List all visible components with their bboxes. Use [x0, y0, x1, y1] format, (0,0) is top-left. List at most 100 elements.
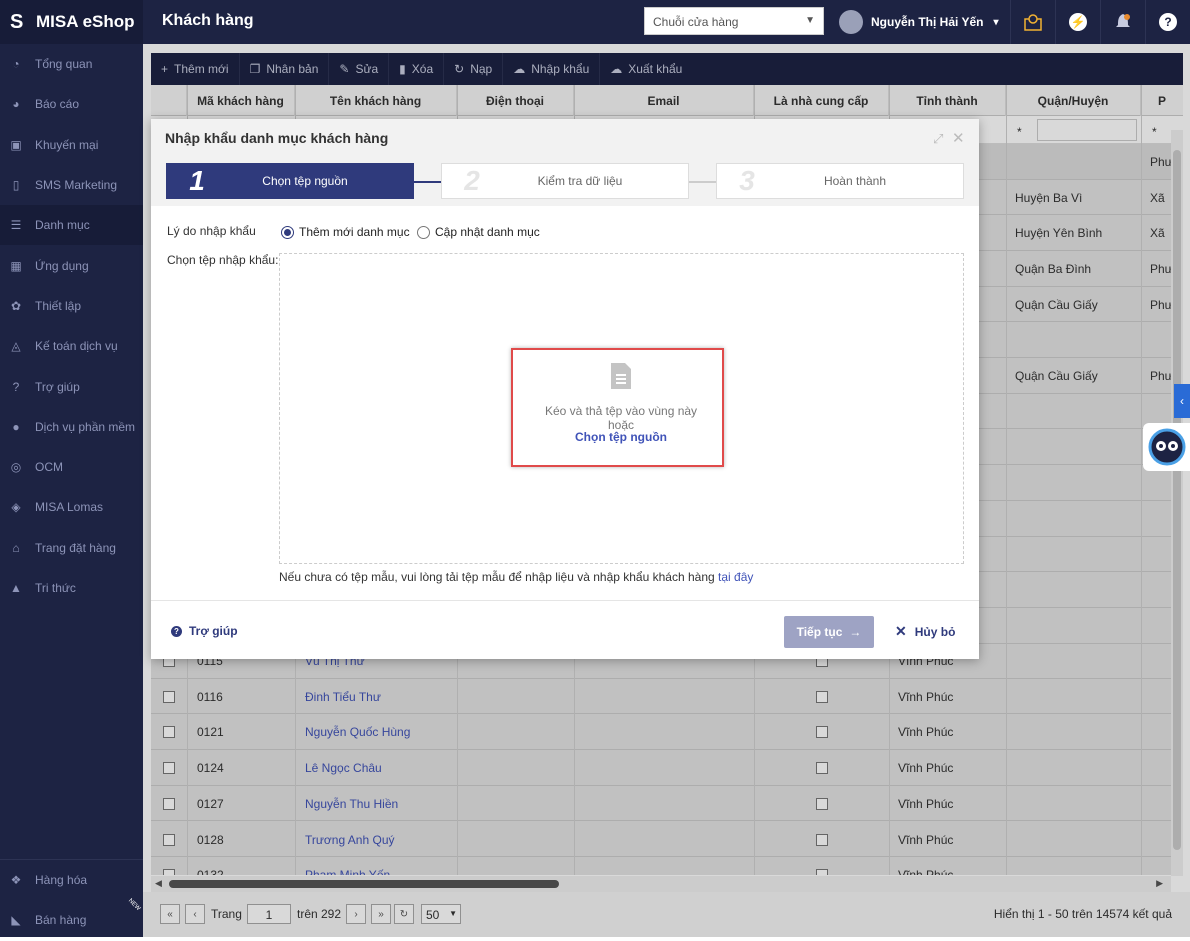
list-icon: ☰	[10, 218, 22, 233]
option-update[interactable]: Cập nhật danh mục	[417, 225, 540, 239]
step-number: 2	[464, 165, 480, 196]
nav-list: ◔ Tổng quan ◕ Báo cáo ▣ Khuyến mại ▯ SMS Market…	[0, 44, 143, 608]
ocm-icon: ◎	[10, 460, 22, 475]
sidebar-item[interactable]: ◈ MISA Lomas	[0, 487, 143, 527]
question-icon: ?	[1159, 13, 1177, 31]
document-icon	[611, 363, 631, 389]
chevron-down-icon: ▾	[993, 16, 999, 28]
next-label: Tiếp tục	[796, 625, 843, 639]
store-select-value: Chuỗi cửa hàng	[653, 15, 739, 29]
close-icon: ✕	[895, 623, 907, 639]
sidebar-item[interactable]: ✿ Thiết lập	[0, 286, 143, 326]
sidebar-item-label: Tri thức	[35, 581, 76, 595]
sidebar-item[interactable]: ◬ Kế toán dịch vụ	[0, 326, 143, 366]
step-check-data: 2 Kiểm tra dữ liệu	[441, 163, 689, 199]
template-download-link[interactable]: tại đây	[718, 570, 753, 584]
topbar: Khách hàng Chuỗi cửa hàng ▼ Nguyễn Thị H…	[143, 0, 1190, 44]
user-icon: ●	[12, 419, 20, 434]
sidebar-item-label: Ứng dụng	[35, 258, 89, 273]
sidebar-item[interactable]: ▲ Tri thức	[0, 568, 143, 608]
sidebar-item-label: Dịch vụ phần mềm	[35, 419, 136, 434]
option-add-new[interactable]: Thêm mới danh mục	[281, 225, 410, 239]
store-select[interactable]: Chuỗi cửa hàng ▼	[644, 7, 824, 35]
user-menu[interactable]: Nguyễn Thị Hải Yến ▾	[839, 10, 999, 34]
step-label: Kiểm tra dữ liệu	[537, 174, 623, 188]
map-pin-icon	[1024, 14, 1042, 31]
pie-chart-icon: ◕	[12, 97, 20, 112]
sidebar-item[interactable]: ◔ Tổng quan	[0, 44, 143, 84]
import-dialog: Nhập khẩu danh mục khách hàng ⤢ ✕ 1 Chọn…	[151, 119, 979, 659]
cancel-label: Hủy bỏ	[914, 624, 956, 639]
messenger-icon: ⚡	[1069, 13, 1087, 31]
sidebar-item[interactable]: ▦ Ứng dụng	[0, 245, 143, 285]
sidebar-item-label: Báo cáo	[35, 97, 80, 112]
dialog-header: Nhập khẩu danh mục khách hàng ⤢ ✕ 1 Chọn…	[151, 119, 979, 206]
arrow-right-icon: →	[849, 625, 862, 639]
sidebar-item[interactable]: ▯ SMS Marketing	[0, 165, 143, 205]
avatar	[839, 10, 863, 34]
sidebar-item-label: SMS Marketing	[35, 178, 118, 193]
step-number: 3	[739, 165, 755, 196]
reason-label: Lý do nhập khẩu	[167, 224, 256, 238]
sidebar-item-label: Tổng quan	[35, 57, 93, 72]
sidebar-item[interactable]: ▣ Khuyến mại	[0, 125, 143, 165]
chevron-left-icon: ‹	[1180, 394, 1184, 408]
logo-text: MISA eShop	[36, 12, 135, 31]
store-map-button[interactable]	[1010, 0, 1055, 44]
dialog-footer: ? Trợ giúp Tiếp tục → ✕ Hủy bỏ	[151, 600, 979, 659]
sidebar-item-label: Trợ giúp	[35, 379, 80, 394]
basket-icon: ⌂	[12, 540, 20, 555]
radio-checked[interactable]	[281, 225, 294, 239]
sidebar-item[interactable]: ❖ Hàng hóa	[0, 860, 143, 900]
option-update-label: Cập nhật danh mục	[435, 225, 540, 239]
logo[interactable]: S MISA eShop	[0, 0, 143, 44]
messenger-button[interactable]: ⚡	[1055, 0, 1100, 44]
sidebar-item-label: Bán hàng	[35, 913, 87, 928]
notification-button[interactable]	[1100, 0, 1145, 44]
page-title: Khách hàng	[162, 12, 254, 29]
sidebar: S MISA eShop ◔ Tổng quan ◕ Báo cáo ▣ Khuyến m…	[0, 0, 143, 937]
next-button[interactable]: Tiếp tục →	[784, 616, 874, 648]
file-label: Chọn tệp nhập khẩu:	[167, 253, 279, 267]
bell-icon	[1116, 14, 1130, 27]
sidebar-item-label: MISA Lomas	[35, 500, 104, 515]
cancel-button[interactable]: ✕ Hủy bỏ	[895, 623, 955, 640]
step-complete: 3 Hoàn thành	[716, 163, 964, 199]
template-note-text: Nếu chưa có tệp mẫu, vui lòng tải tệp mẫ…	[279, 570, 715, 584]
close-icon[interactable]: ✕	[952, 129, 965, 147]
help-icon: ?	[12, 379, 20, 394]
nav-bottom: ❖ Hàng hóa ◣ Bán hàng NEW	[0, 859, 143, 941]
sidebar-item[interactable]: ● Dịch vụ phần mềm	[0, 407, 143, 447]
sidebar-item[interactable]: ◎ OCM	[0, 447, 143, 487]
chatbot-button[interactable]	[1143, 423, 1190, 471]
apps-icon: ▦	[10, 258, 22, 273]
sidebar-item[interactable]: ◕ Báo cáo	[0, 84, 143, 124]
sidebar-item-label: Khuyến mại	[35, 137, 99, 152]
sidebar-item[interactable]: ? Trợ giúp	[0, 366, 143, 406]
sidebar-item[interactable]: ◣ Bán hàng NEW	[0, 898, 143, 940]
drop-instruction: Kéo và thả tệp vào vùng này hoặc	[544, 404, 698, 432]
misa-logo-icon: S	[10, 11, 24, 33]
gift-icon: ▣	[10, 137, 22, 152]
radio-unchecked[interactable]	[417, 225, 430, 239]
maximize-icon[interactable]: ⤢	[933, 131, 943, 147]
graduation-icon: ▲	[10, 581, 22, 595]
step-number: 1	[189, 165, 205, 196]
step-connector	[689, 181, 716, 183]
sidebar-item-label: Hàng hóa	[35, 873, 88, 888]
sidebar-item-label: Danh mục	[35, 218, 90, 233]
step-label: Hoàn thành	[823, 174, 887, 188]
help-link[interactable]: ? Trợ giúp	[171, 624, 238, 638]
help-button[interactable]: ?	[1145, 0, 1190, 44]
collapse-panel-button[interactable]: ‹	[1174, 384, 1190, 418]
chatbot-icon	[1148, 428, 1185, 466]
sales-icon: ◣	[11, 913, 21, 928]
sidebar-item-label: Thiết lập	[35, 298, 82, 313]
user-name: Nguyễn Thị Hải Yến	[871, 15, 984, 29]
sidebar-item[interactable]: ☰ Danh mục	[0, 205, 143, 246]
sidebar-item-label: Trang đặt hàng	[35, 540, 116, 555]
dashboard-icon: ◔	[12, 57, 20, 72]
sidebar-item[interactable]: ⌂ Trang đặt hàng	[0, 528, 143, 568]
sidebar-item-label: Kế toán dịch vụ	[35, 339, 118, 354]
choose-file-link[interactable]: Chọn tệp nguồn	[531, 430, 711, 444]
